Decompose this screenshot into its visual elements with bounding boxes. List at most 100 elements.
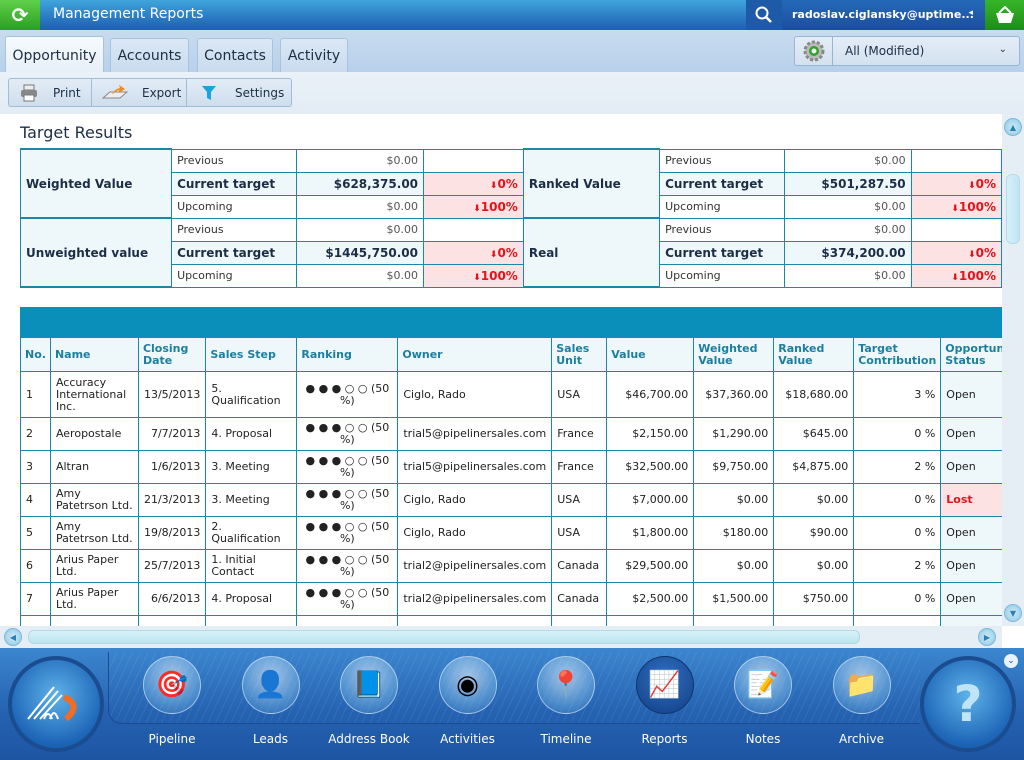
column-header[interactable]: Sales Unit — [551, 337, 608, 372]
cell-step: 1. Initial Contact — [205, 549, 298, 583]
cell-name: Arius Paper Ltd. — [49, 582, 139, 616]
collapse-dock-icon[interactable]: ⌄ — [1004, 654, 1018, 668]
cell-no: 2 — [20, 417, 51, 451]
cell-unit: USA — [551, 371, 608, 418]
dock-item-timeline[interactable]: 📍 Timeline — [521, 656, 611, 756]
report-content: Target Results Weighted Value Previous $0.… — [0, 114, 1002, 626]
cell-no — [20, 615, 51, 626]
cell-step: 3. Meeting — [205, 483, 298, 517]
column-header[interactable]: Owner — [397, 337, 553, 372]
print-button[interactable]: Print — [9, 79, 92, 106]
column-header[interactable]: Name — [49, 337, 139, 372]
scroll-left-icon[interactable]: ◀ — [4, 628, 22, 646]
tab-contacts[interactable]: Contacts — [197, 38, 273, 72]
notes-icon: 📝 — [734, 656, 792, 714]
vertical-scroll-thumb[interactable] — [1006, 174, 1020, 244]
gear-icon[interactable] — [795, 37, 833, 65]
table-row[interactable] — [20, 615, 1002, 626]
basket-icon — [995, 6, 1014, 23]
horizontal-scroll-thumb[interactable] — [28, 630, 860, 644]
dock-item-pipeline[interactable]: 🎯 Pipeline — [127, 656, 217, 756]
dock-label: Leads — [252, 732, 289, 746]
dock-item-address-book[interactable]: 📘 Address Book — [324, 656, 414, 756]
column-header[interactable]: No. — [20, 337, 51, 372]
scroll-down-icon[interactable]: ▼ — [1004, 604, 1022, 622]
table-row[interactable]: 7 Arius Paper Ltd. 6/6/2013 4. Proposal ● ● … — [20, 582, 1002, 616]
cell-owner: trial2@pipelinersales.com — [397, 549, 553, 583]
change-value: 100% — [958, 268, 996, 283]
dock-label: Archive — [839, 732, 884, 746]
cell-ranking: ● ● ● ○ ○ (50 %) — [296, 371, 399, 418]
cell-contrib: 2 % — [853, 450, 942, 484]
cell-value: $2,150.00 — [606, 417, 695, 451]
home-logo-button[interactable] — [8, 656, 104, 752]
column-header[interactable]: Ranked Value — [773, 337, 855, 372]
cell-ranking: ● ● ● ○ ○ (50 %) — [296, 450, 399, 484]
cell-date: 7/7/2013 — [137, 417, 207, 451]
column-header[interactable]: Opportunity Status — [940, 337, 1002, 372]
scroll-up-icon[interactable]: ▲ — [1004, 118, 1022, 136]
cell-value — [606, 615, 695, 626]
target-label: Current target — [659, 171, 786, 196]
column-header[interactable]: Ranking — [296, 337, 399, 372]
table-row[interactable]: 1 Accuracy International Inc. 13/5/2013 5. … — [20, 371, 1002, 418]
dock-label: Notes — [745, 732, 781, 746]
column-header[interactable]: Target Contribution — [853, 337, 942, 372]
change-value: 0% — [497, 245, 518, 260]
search-icon — [755, 6, 772, 23]
pipeliner-logo-icon — [27, 686, 77, 722]
table-row[interactable]: 5 Amy Patetrson Ltd. 19/8/2013 2. Qualifica… — [20, 516, 1002, 550]
dock-item-reports[interactable]: 📈 Reports — [620, 656, 710, 756]
dock-label: Reports — [641, 732, 688, 746]
settings-label: Settings — [235, 85, 285, 100]
cell-name: Amy Patetrson Ltd. — [49, 483, 139, 517]
tab-activity[interactable]: Activity — [280, 38, 348, 72]
basket-button[interactable] — [985, 0, 1024, 30]
filter-icon — [202, 85, 216, 100]
cell-name: Aeropostale — [49, 417, 139, 451]
vertical-scrollbar[interactable]: ▲ ▼ — [1002, 114, 1024, 626]
horizontal-scrollbar[interactable]: ◀ ▶ — [0, 626, 1002, 648]
search-button[interactable] — [746, 0, 782, 30]
column-header[interactable]: Sales Step — [205, 337, 298, 372]
cell-weighted: $0.00 — [693, 483, 775, 517]
target-label: Upcoming — [171, 263, 298, 288]
dock-item-activities[interactable]: ◉ Activities — [423, 656, 513, 756]
export-button[interactable]: Export — [92, 79, 187, 106]
dock-label: Activities — [440, 732, 495, 746]
filter-dropdown[interactable]: All (Modified) ⌄ — [794, 36, 1020, 66]
arrow-down-icon: ⬇ — [968, 180, 976, 191]
dock-label: Timeline — [540, 732, 592, 746]
sync-icon[interactable]: ⟳ — [0, 0, 40, 30]
table-row[interactable]: 3 Altran 1/6/2013 3. Meeting ● ● ● ○ ○ (50 %… — [20, 450, 1002, 484]
dock-item-archive[interactable]: 📁 Archive — [817, 656, 907, 756]
cell-contrib: 3 % — [853, 371, 942, 418]
target-change — [423, 217, 524, 242]
column-header[interactable]: Weighted Value — [693, 337, 775, 372]
tab-accounts[interactable]: Accounts — [110, 38, 189, 72]
table-row[interactable]: 2 Aeropostale 7/7/2013 4. Proposal ● ● ● ○ ○… — [20, 417, 1002, 451]
dock-label: Pipeline — [148, 732, 196, 746]
user-email: radoslav.ciglansky@uptime... — [792, 8, 974, 21]
user-menu[interactable]: radoslav.ciglansky@uptime... ◂ — [782, 0, 985, 30]
cell-contrib — [853, 615, 942, 626]
column-header[interactable]: Closing Date — [137, 337, 207, 372]
column-header[interactable]: Value — [606, 337, 695, 372]
cell-ranked: $0.00 — [773, 483, 855, 517]
help-button[interactable]: ? — [920, 656, 1016, 752]
dock-item-leads[interactable]: 👤 Leads — [226, 656, 316, 756]
table-row[interactable]: 4 Amy Patetrson Ltd. 21/3/2013 3. Meeting ● … — [20, 483, 1002, 517]
change-value: 100% — [480, 199, 518, 214]
table-row[interactable]: 6 Arius Paper Ltd. 25/7/2013 1. Initial Con… — [20, 549, 1002, 583]
cell-contrib: 0 % — [853, 417, 942, 451]
cell-unit: USA — [551, 516, 608, 550]
cell-date: 19/8/2013 — [137, 516, 207, 550]
export-label: Export — [142, 85, 182, 100]
dock-item-notes[interactable]: 📝 Notes — [718, 656, 808, 756]
tab-opportunity[interactable]: Opportunity — [5, 36, 104, 72]
cell-date: 13/5/2013 — [137, 371, 207, 418]
arrow-down-icon: ⬇ — [951, 272, 959, 283]
cell-weighted: $1,290.00 — [693, 417, 775, 451]
settings-button[interactable]: Settings — [187, 79, 291, 106]
scroll-right-icon[interactable]: ▶ — [978, 628, 996, 646]
